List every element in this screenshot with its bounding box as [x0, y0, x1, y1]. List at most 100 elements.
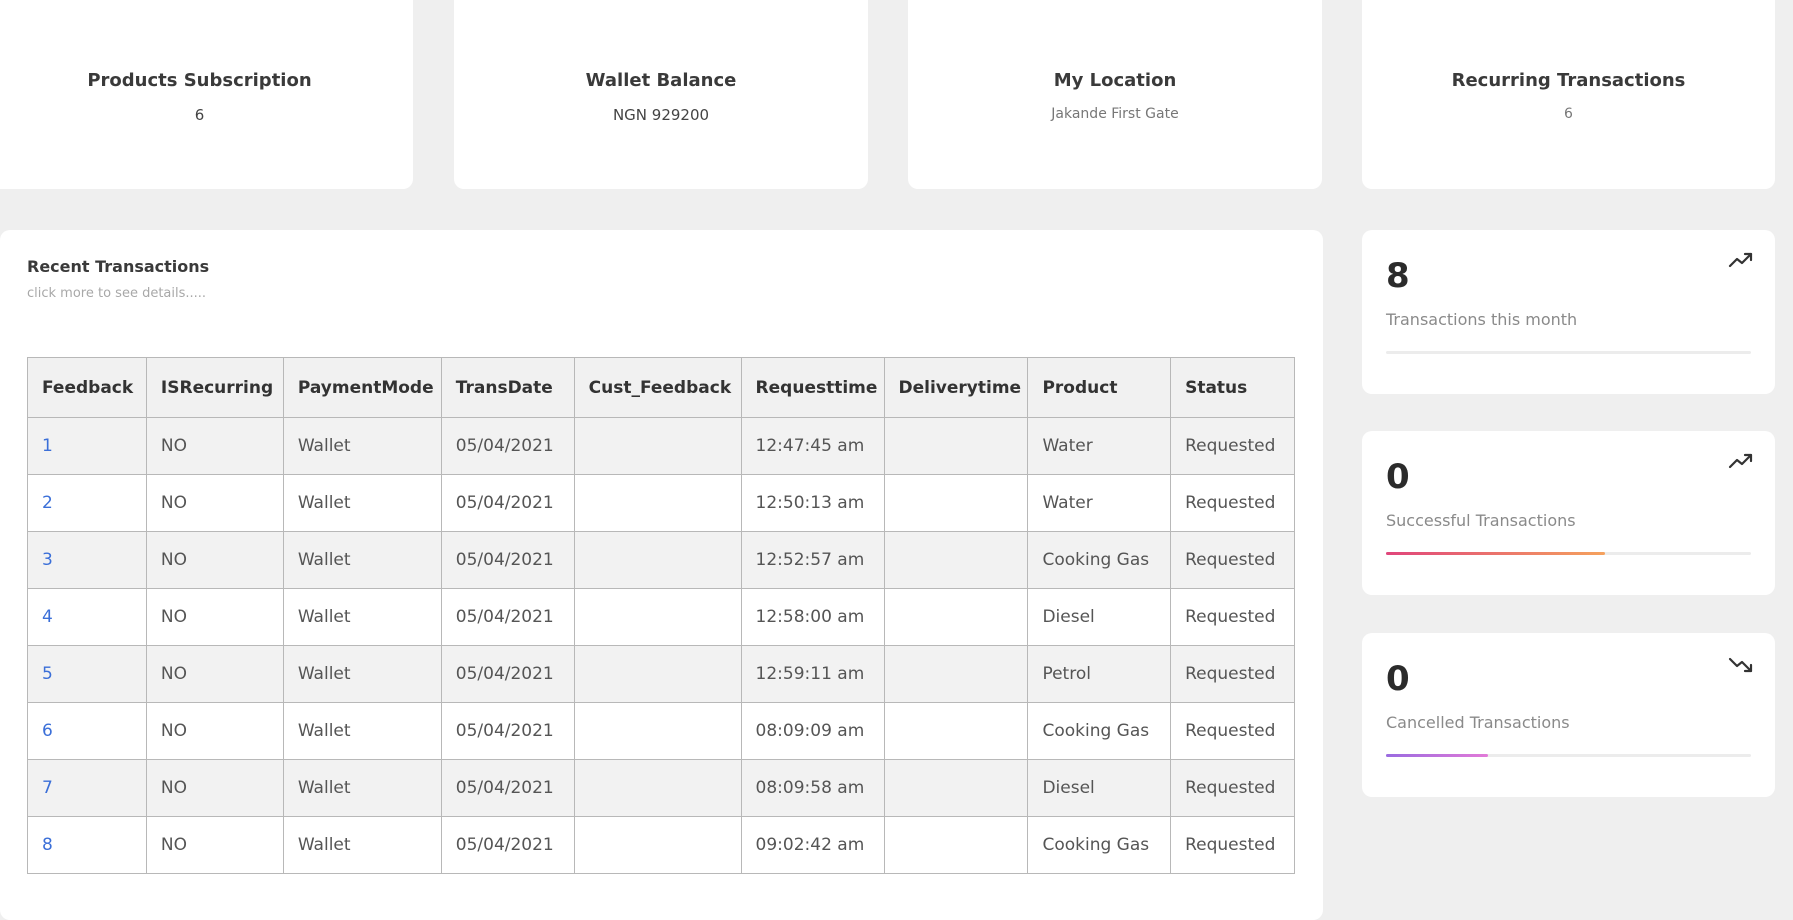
- progress-fill: [1386, 552, 1605, 555]
- is-recurring-cell: NO: [145, 759, 284, 817]
- product-cell: Petrol: [1027, 645, 1172, 703]
- is-recurring-cell: NO: [145, 702, 284, 760]
- product-cell: Cooking Gas: [1027, 702, 1172, 760]
- status-cell: Requested: [1170, 417, 1295, 475]
- delivery-time-cell: [883, 531, 1029, 589]
- feedback-cell: 1: [27, 417, 147, 475]
- summary-card-wallet: Wallet Balance NGN 929200: [454, 0, 868, 189]
- product-cell: Cooking Gas: [1027, 816, 1172, 874]
- status-cell: Requested: [1170, 531, 1295, 589]
- table-row: 7 NO Wallet 05/04/2021 08:09:58 am Diese…: [27, 759, 1295, 817]
- trans-date-cell: 05/04/2021: [440, 816, 575, 874]
- status-cell: Requested: [1170, 702, 1295, 760]
- table-row: 1 NO Wallet 05/04/2021 12:47:45 am Water…: [27, 417, 1295, 475]
- cust-feedback-cell: [573, 531, 742, 589]
- column-header: TransDate: [440, 357, 575, 418]
- summary-title: My Location: [1053, 70, 1177, 91]
- trending-up-icon: [1728, 252, 1753, 268]
- delivery-time-cell: [883, 474, 1029, 532]
- is-recurring-cell: NO: [145, 816, 284, 874]
- product-cell: Diesel: [1027, 588, 1172, 646]
- status-cell: Requested: [1170, 474, 1295, 532]
- request-time-cell: 09:02:42 am: [740, 816, 885, 874]
- summary-title: Wallet Balance: [585, 70, 737, 91]
- payment-mode-cell: Wallet: [282, 645, 442, 703]
- cust-feedback-cell: [573, 645, 742, 703]
- feedback-link[interactable]: 2: [42, 493, 53, 513]
- summary-card-products: Products Subscription 6: [0, 0, 413, 189]
- is-recurring-cell: NO: [145, 417, 284, 475]
- table-header-row: Feedback ISRecurring PaymentMode TransDa…: [27, 357, 1295, 418]
- trans-date-cell: 05/04/2021: [440, 759, 575, 817]
- delivery-time-cell: [883, 588, 1029, 646]
- trending-down-icon: [1728, 657, 1753, 673]
- stat-card-this-month: 8 Transactions this month: [1362, 230, 1775, 394]
- column-header: Requesttime: [740, 357, 885, 418]
- cust-feedback-cell: [573, 816, 742, 874]
- transactions-table: Feedback ISRecurring PaymentMode TransDa…: [27, 357, 1295, 874]
- product-cell: Cooking Gas: [1027, 531, 1172, 589]
- feedback-link[interactable]: 7: [42, 778, 53, 798]
- payment-mode-cell: Wallet: [282, 588, 442, 646]
- stat-label: Successful Transactions: [1386, 511, 1576, 530]
- delivery-time-cell: [883, 645, 1029, 703]
- status-cell: Requested: [1170, 816, 1295, 874]
- cust-feedback-cell: [573, 588, 742, 646]
- progress-track: [1386, 754, 1751, 757]
- feedback-link[interactable]: 4: [42, 607, 53, 627]
- trans-date-cell: 05/04/2021: [440, 474, 575, 532]
- column-header: PaymentMode: [282, 357, 442, 418]
- stat-value: 8: [1386, 256, 1410, 296]
- payment-mode-cell: Wallet: [282, 531, 442, 589]
- progress-track: [1386, 552, 1751, 555]
- request-time-cell: 12:47:45 am: [740, 417, 885, 475]
- feedback-link[interactable]: 3: [42, 550, 53, 570]
- feedback-link[interactable]: 5: [42, 664, 53, 684]
- trending-up-icon: [1728, 453, 1753, 469]
- payment-mode-cell: Wallet: [282, 816, 442, 874]
- feedback-link[interactable]: 6: [42, 721, 53, 741]
- summary-value: Jakande First Gate: [1051, 106, 1179, 122]
- table-row: 6 NO Wallet 05/04/2021 08:09:09 am Cooki…: [27, 702, 1295, 760]
- trans-date-cell: 05/04/2021: [440, 417, 575, 475]
- feedback-link[interactable]: 8: [42, 835, 53, 855]
- feedback-cell: 8: [27, 816, 147, 874]
- recent-transactions-subtitle[interactable]: click more to see details.....: [27, 286, 206, 301]
- product-cell: Diesel: [1027, 759, 1172, 817]
- cust-feedback-cell: [573, 759, 742, 817]
- column-header: Product: [1027, 357, 1172, 418]
- status-cell: Requested: [1170, 588, 1295, 646]
- payment-mode-cell: Wallet: [282, 759, 442, 817]
- payment-mode-cell: Wallet: [282, 474, 442, 532]
- product-cell: Water: [1027, 417, 1172, 475]
- feedback-cell: 6: [27, 702, 147, 760]
- feedback-link[interactable]: 1: [42, 436, 53, 456]
- delivery-time-cell: [883, 759, 1029, 817]
- column-header: Cust_Feedback: [573, 357, 742, 418]
- feedback-cell: 4: [27, 588, 147, 646]
- feedback-cell: 7: [27, 759, 147, 817]
- column-header: Feedback: [27, 357, 147, 418]
- request-time-cell: 08:09:09 am: [740, 702, 885, 760]
- stat-label: Cancelled Transactions: [1386, 713, 1570, 732]
- stat-label: Transactions this month: [1386, 310, 1578, 329]
- delivery-time-cell: [883, 816, 1029, 874]
- cust-feedback-cell: [573, 417, 742, 475]
- stat-value: 0: [1386, 659, 1410, 699]
- payment-mode-cell: Wallet: [282, 417, 442, 475]
- delivery-time-cell: [883, 702, 1029, 760]
- trans-date-cell: 05/04/2021: [440, 645, 575, 703]
- feedback-cell: 3: [27, 531, 147, 589]
- summary-card-recurring: Recurring Transactions 6: [1362, 0, 1775, 189]
- is-recurring-cell: NO: [145, 645, 284, 703]
- column-header: ISRecurring: [145, 357, 284, 418]
- request-time-cell: 12:52:57 am: [740, 531, 885, 589]
- stat-card-successful: 0 Successful Transactions: [1362, 431, 1775, 595]
- cust-feedback-cell: [573, 474, 742, 532]
- stat-value: 0: [1386, 457, 1410, 497]
- recent-transactions-title: Recent Transactions: [27, 257, 210, 276]
- cust-feedback-cell: [573, 702, 742, 760]
- request-time-cell: 12:58:00 am: [740, 588, 885, 646]
- request-time-cell: 08:09:58 am: [740, 759, 885, 817]
- table-row: 4 NO Wallet 05/04/2021 12:58:00 am Diese…: [27, 588, 1295, 646]
